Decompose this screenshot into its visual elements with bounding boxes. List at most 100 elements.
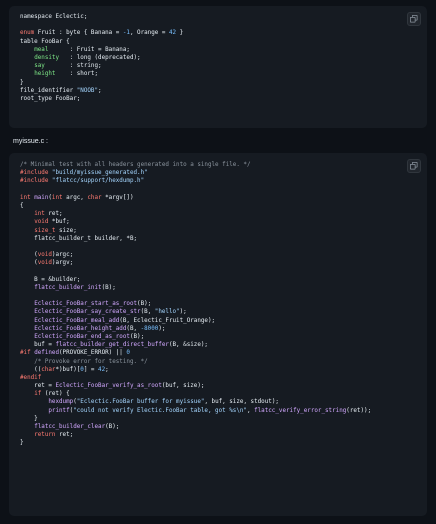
code-line: #if defined(PROVOKE_ERROR) || 0 <box>20 349 371 357</box>
code-token: ret = <box>20 383 56 390</box>
code-line: flatcc_builder_t builder, *B; <box>20 235 371 243</box>
copy-c-code-button[interactable] <box>407 159 421 173</box>
code-line: hexdump("Eclectic.FooBar buffer for myis… <box>20 398 371 406</box>
code-token: (B); <box>129 333 145 340</box>
code-token: *)buf)[ <box>55 366 81 373</box>
code-token: namespace Eclectic; <box>20 14 88 20</box>
code-line: Eclectic_FooBar_meal_add(B, Eclectic_Fru… <box>20 317 371 325</box>
code-token: B = &builder; <box>20 276 81 283</box>
copy-icon <box>410 15 418 23</box>
code-line: size_t size; <box>20 227 371 235</box>
code-token: Eclectic_FooBar_meal_add <box>34 317 120 324</box>
code-token: , Orange = <box>129 30 169 37</box>
code-token: root_type FooBar; <box>20 95 81 102</box>
code-line: buf = flatcc_builder_get_direct_buffer(B… <box>20 341 371 349</box>
code-token: void <box>34 219 49 226</box>
copy-schema-button[interactable] <box>407 12 421 26</box>
code-token: (B, &size); <box>168 342 208 349</box>
code-token: (B); <box>137 301 152 308</box>
code-token: (B); <box>101 284 116 291</box>
code-token: (B, <box>126 325 141 332</box>
code-token: char <box>87 194 102 201</box>
code-token: ret; <box>55 432 74 439</box>
code-token: size; <box>55 227 77 234</box>
code-token: printf <box>48 407 70 414</box>
code-line: printf("could not verify Electic.FooBar … <box>20 407 371 415</box>
code-line: int ret; <box>20 210 371 218</box>
code-token: char <box>41 366 56 373</box>
code-token: ; <box>105 366 109 373</box>
code-token: ; <box>98 87 102 94</box>
code-line: #include "build/myissue_generated.h" <box>20 169 371 177</box>
code-token: (ret) { <box>41 391 70 398</box>
code-line: ((char*)buf)[0] = 42; <box>20 366 371 374</box>
code-token: #if <box>20 350 31 357</box>
code-token: (B); <box>105 424 120 430</box>
code-token: "NOOB" <box>76 87 99 94</box>
code-token: argc, <box>62 194 88 201</box>
code-line: { <box>20 202 371 210</box>
code-line: B = &builder; <box>20 276 371 284</box>
code-token: Eclectic_FooBar_verify_as_root <box>55 383 162 390</box>
code-line: enum Fruit : byte { Banana = -1, Orange … <box>20 29 183 37</box>
code-token: "hello" <box>154 309 180 316</box>
code-token: flatcc_builder_clear <box>34 424 106 430</box>
code-token: meal <box>34 46 49 53</box>
code-token: buf = <box>20 342 56 349</box>
schema-code-block: namespace Eclectic; enum Fruit : byte { B… <box>9 6 427 128</box>
code-token: (ret)); <box>346 407 372 414</box>
code-token: ret; <box>44 211 63 218</box>
code-token: 0 <box>126 350 130 357</box>
code-token: } <box>20 79 24 86</box>
code-token: Eclectic_FooBar_height_add <box>34 325 127 332</box>
code-line: Eclectic_FooBar_end_as_root(B); <box>20 333 371 341</box>
code-token: Fruit : byte { Banana = <box>34 30 123 37</box>
code-token: : string; <box>44 63 102 70</box>
code-token: (buf, size); <box>161 383 205 390</box>
code-token: -8000 <box>140 325 159 332</box>
code-token: void <box>37 252 52 259</box>
code-token: (( <box>20 366 42 373</box>
code-token: ( <box>20 252 38 259</box>
code-token: ] = <box>83 366 99 373</box>
code-line: Eclectic_FooBar_say_create_str(B, "hello… <box>20 308 371 316</box>
code-token: , buf, size, stdout); <box>204 399 279 406</box>
code-token: : long (deprecated); <box>59 54 141 61</box>
code-token: flatcc_builder_t builder, *B; <box>20 235 138 242</box>
code-token: (PROVOKE_ERROR) || <box>59 350 127 357</box>
code-token: "Eclectic.FooBar buffer for myissue" <box>76 399 205 406</box>
code-line: #include "flatcc/support/hexdump.h" <box>20 177 371 185</box>
c-code: /* Minimal test with all headers generat… <box>20 161 371 448</box>
code-line: say : string; <box>20 62 183 70</box>
code-line: ret = Eclectic_FooBar_verify_as_root(buf… <box>20 382 371 390</box>
code-line: } <box>20 79 183 87</box>
code-token: (B, <box>140 309 155 316</box>
code-token: #endif <box>20 374 42 381</box>
code-line: (void)argc; <box>20 251 371 259</box>
code-token: main <box>34 194 49 201</box>
c-code-block: /* Minimal test with all headers generat… <box>9 153 427 516</box>
code-line: return ret; <box>20 431 371 439</box>
code-line: namespace Eclectic; <box>20 13 183 21</box>
code-token: flatcc_verify_error_string <box>254 407 347 414</box>
code-token: } <box>20 415 38 422</box>
code-token: defined <box>34 350 60 357</box>
code-token: flatcc_builder_get_direct_buffer <box>55 342 169 349</box>
file-name-label: myissue.c : <box>13 138 49 145</box>
code-token: , <box>246 407 255 414</box>
code-line: flatcc_builder_clear(B); <box>20 423 371 431</box>
